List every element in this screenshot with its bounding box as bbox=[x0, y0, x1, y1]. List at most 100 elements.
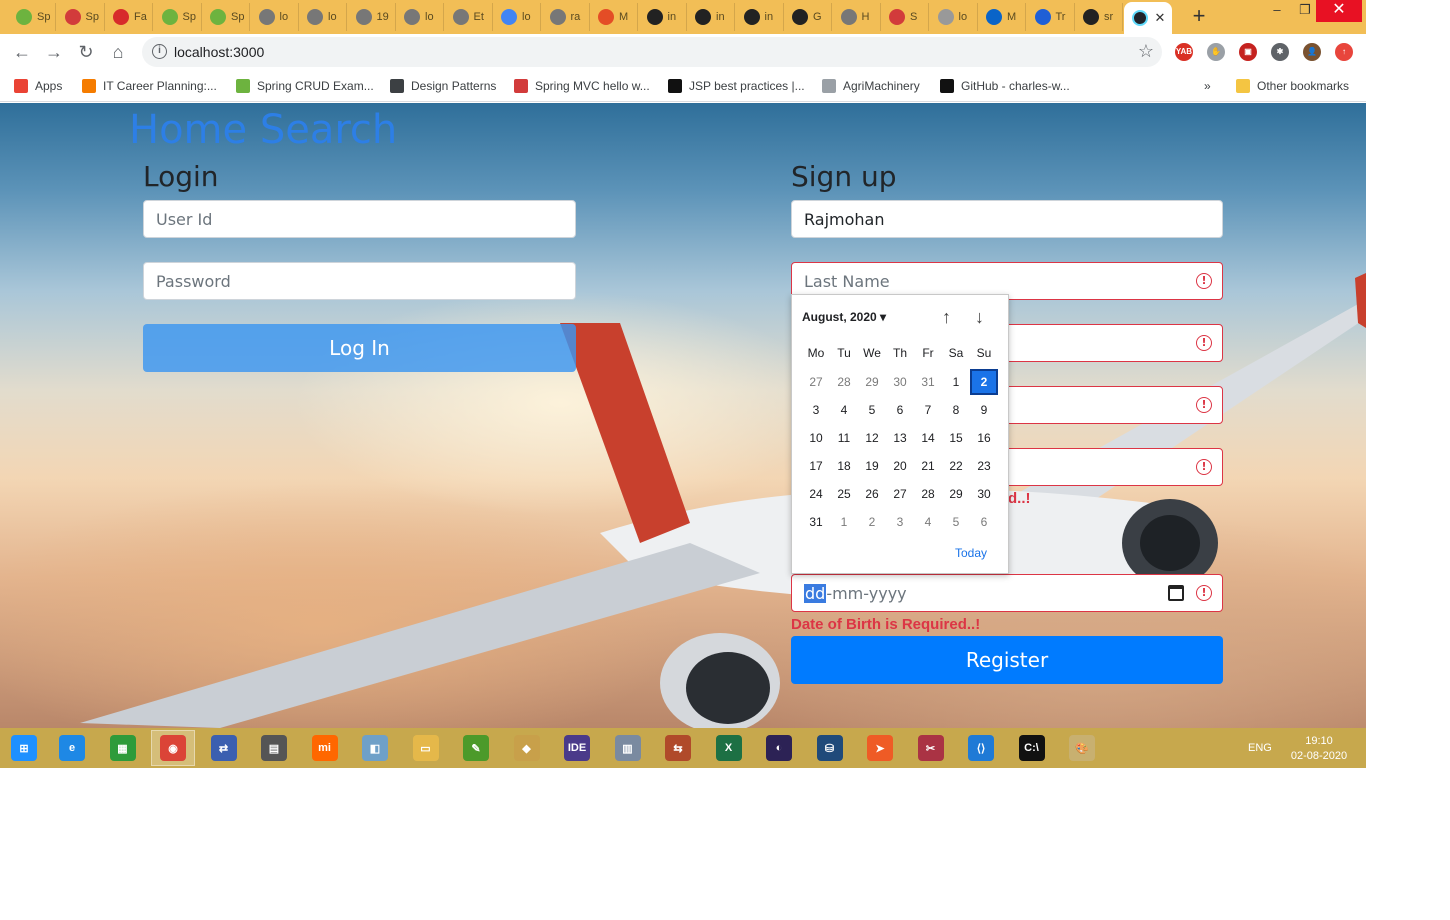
home-button[interactable]: ⌂ bbox=[106, 40, 130, 64]
day-cell[interactable]: 16 bbox=[970, 425, 998, 451]
notepad-plus-icon[interactable]: ✎ bbox=[454, 730, 498, 766]
network-icon[interactable]: ⇄ bbox=[202, 730, 246, 766]
day-cell[interactable]: 4 bbox=[914, 509, 942, 535]
bookmark-item[interactable]: Design Patterns bbox=[390, 77, 496, 95]
day-cell[interactable]: 3 bbox=[802, 397, 830, 423]
excel-icon[interactable]: X bbox=[707, 730, 751, 766]
day-cell[interactable]: 6 bbox=[886, 397, 914, 423]
browser-tab[interactable]: S bbox=[881, 3, 929, 31]
back-button[interactable]: ← bbox=[10, 40, 34, 64]
day-cell[interactable]: 27 bbox=[886, 481, 914, 507]
day-cell[interactable]: 31 bbox=[802, 509, 830, 535]
javaee-ide-icon[interactable]: IDE bbox=[555, 730, 599, 766]
vscode-icon[interactable]: ⟨⟩ bbox=[959, 730, 1003, 766]
bookmark-item[interactable]: JSP best practices |... bbox=[668, 77, 805, 95]
day-cell[interactable]: 28 bbox=[830, 369, 858, 395]
bookmark-item[interactable]: GitHub - charles-w... bbox=[940, 77, 1070, 95]
day-cell[interactable]: 13 bbox=[886, 425, 914, 451]
browser-tab[interactable]: Et bbox=[445, 3, 493, 31]
first-name-input[interactable]: Rajmohan bbox=[791, 200, 1223, 238]
month-year-selector[interactable]: August, 2020 ▾ bbox=[802, 310, 886, 324]
browser-tab[interactable]: Sp bbox=[57, 3, 105, 31]
day-cell[interactable]: 8 bbox=[942, 397, 970, 423]
store-icon[interactable]: ▦ bbox=[101, 730, 145, 766]
paint-icon[interactable]: 🎨 bbox=[1060, 730, 1104, 766]
password-input[interactable]: Password bbox=[143, 262, 576, 300]
day-cell[interactable]: 4 bbox=[830, 397, 858, 423]
day-cell[interactable]: 29 bbox=[942, 481, 970, 507]
dob-month-year-segment[interactable]: -mm-yyyy bbox=[826, 584, 906, 603]
cmd-icon[interactable]: C:\ bbox=[1010, 730, 1054, 766]
mysql-icon[interactable]: ⛁ bbox=[808, 730, 852, 766]
day-cell[interactable]: 5 bbox=[942, 509, 970, 535]
day-cell[interactable]: 22 bbox=[942, 453, 970, 479]
monitor-icon[interactable]: ▥ bbox=[606, 730, 650, 766]
forward-button[interactable]: → bbox=[42, 40, 66, 64]
today-button[interactable]: Today bbox=[955, 546, 987, 560]
close-tab-icon[interactable]: ✕ bbox=[1155, 10, 1166, 26]
extension-icon[interactable]: ✋ bbox=[1207, 43, 1225, 61]
extension-icon[interactable]: ▣ bbox=[1239, 43, 1257, 61]
day-cell[interactable]: 11 bbox=[830, 425, 858, 451]
browser-tab[interactable]: G bbox=[784, 3, 832, 31]
browser-tab[interactable]: in bbox=[639, 3, 687, 31]
day-cell[interactable]: 17 bbox=[802, 453, 830, 479]
day-cell[interactable]: 10 bbox=[802, 425, 830, 451]
browser-tab[interactable]: Sp bbox=[154, 3, 202, 31]
day-cell[interactable]: 26 bbox=[858, 481, 886, 507]
eclipse-icon[interactable]: ◐ bbox=[757, 730, 801, 766]
bookmark-star-icon[interactable]: ☆ bbox=[1138, 41, 1154, 62]
notebook-icon[interactable]: ◧ bbox=[353, 730, 397, 766]
devices-icon[interactable]: ▤ bbox=[252, 730, 296, 766]
browser-tab[interactable]: sr bbox=[1075, 3, 1123, 31]
browser-tab[interactable]: lo bbox=[930, 3, 978, 31]
browser-tab[interactable]: in bbox=[736, 3, 784, 31]
bookmark-item[interactable]: Spring MVC hello w... bbox=[514, 77, 650, 95]
day-cell[interactable]: 5 bbox=[858, 397, 886, 423]
active-browser-tab[interactable]: ✕ bbox=[1123, 2, 1172, 34]
selected-day-cell[interactable]: 2 bbox=[970, 369, 998, 395]
browser-tab[interactable]: lo bbox=[251, 3, 299, 31]
day-cell[interactable]: 21 bbox=[914, 453, 942, 479]
more-bookmarks-button[interactable]: » bbox=[1204, 77, 1211, 95]
browser-tab[interactable]: ra bbox=[542, 3, 590, 31]
other-bookmarks-folder[interactable]: Other bookmarks bbox=[1236, 77, 1349, 95]
calendar-icon[interactable] bbox=[1168, 585, 1184, 601]
day-cell[interactable]: 18 bbox=[830, 453, 858, 479]
window-close-button[interactable]: ✕ bbox=[1316, 0, 1362, 22]
day-cell[interactable]: 2 bbox=[858, 509, 886, 535]
browser-tab[interactable]: M bbox=[590, 3, 638, 31]
day-cell[interactable]: 25 bbox=[830, 481, 858, 507]
next-month-icon[interactable]: ↓ bbox=[975, 307, 984, 328]
new-tab-button[interactable]: + bbox=[1186, 4, 1212, 30]
day-cell[interactable]: 6 bbox=[970, 509, 998, 535]
git-icon[interactable]: ◆ bbox=[505, 730, 549, 766]
bookmark-item[interactable]: AgriMachinery bbox=[822, 77, 920, 95]
day-cell[interactable]: 31 bbox=[914, 369, 942, 395]
register-button[interactable]: Register bbox=[791, 636, 1223, 684]
extension-icon[interactable]: ↑ bbox=[1335, 43, 1353, 61]
day-cell[interactable]: 7 bbox=[914, 397, 942, 423]
bookmark-item[interactable]: Apps bbox=[14, 77, 62, 95]
login-button[interactable]: Log In bbox=[143, 324, 576, 372]
clock[interactable]: 19:10 02-08-2020 bbox=[1290, 734, 1348, 764]
day-cell[interactable]: 9 bbox=[970, 397, 998, 423]
browser-tab[interactable]: Fa bbox=[105, 3, 153, 31]
filezilla-icon[interactable]: ⇆ bbox=[656, 730, 700, 766]
snipping-tool-icon[interactable]: ✂ bbox=[909, 730, 953, 766]
browser-tab[interactable]: Sp bbox=[202, 3, 250, 31]
day-cell[interactable]: 29 bbox=[858, 369, 886, 395]
previous-month-icon[interactable]: ↑ bbox=[942, 307, 951, 328]
day-cell[interactable]: 20 bbox=[886, 453, 914, 479]
bookmark-item[interactable]: IT Career Planning:... bbox=[82, 77, 217, 95]
browser-tab[interactable]: H bbox=[833, 3, 881, 31]
minimize-button[interactable]: – bbox=[1262, 0, 1292, 22]
day-cell[interactable]: 30 bbox=[970, 481, 998, 507]
date-of-birth-input[interactable]: dd -mm-yyyy ! bbox=[791, 574, 1223, 612]
mi-icon[interactable]: mi bbox=[303, 730, 347, 766]
bookmark-item[interactable]: Spring CRUD Exam... bbox=[236, 77, 374, 95]
day-cell[interactable]: 23 bbox=[970, 453, 998, 479]
day-cell[interactable]: 28 bbox=[914, 481, 942, 507]
address-bar[interactable]: i localhost:3000 ☆ bbox=[142, 37, 1162, 67]
day-cell[interactable]: 27 bbox=[802, 369, 830, 395]
